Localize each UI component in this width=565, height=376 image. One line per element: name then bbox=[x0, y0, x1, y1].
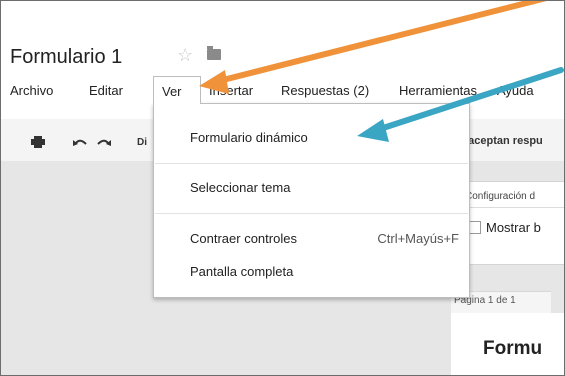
blue-arrow bbox=[357, 67, 564, 142]
annotation-arrows bbox=[199, 1, 564, 142]
orange-arrow bbox=[199, 1, 547, 94]
window-frame: Formulario 1 ☆ Archivo Editar Insertar R… bbox=[0, 0, 565, 376]
